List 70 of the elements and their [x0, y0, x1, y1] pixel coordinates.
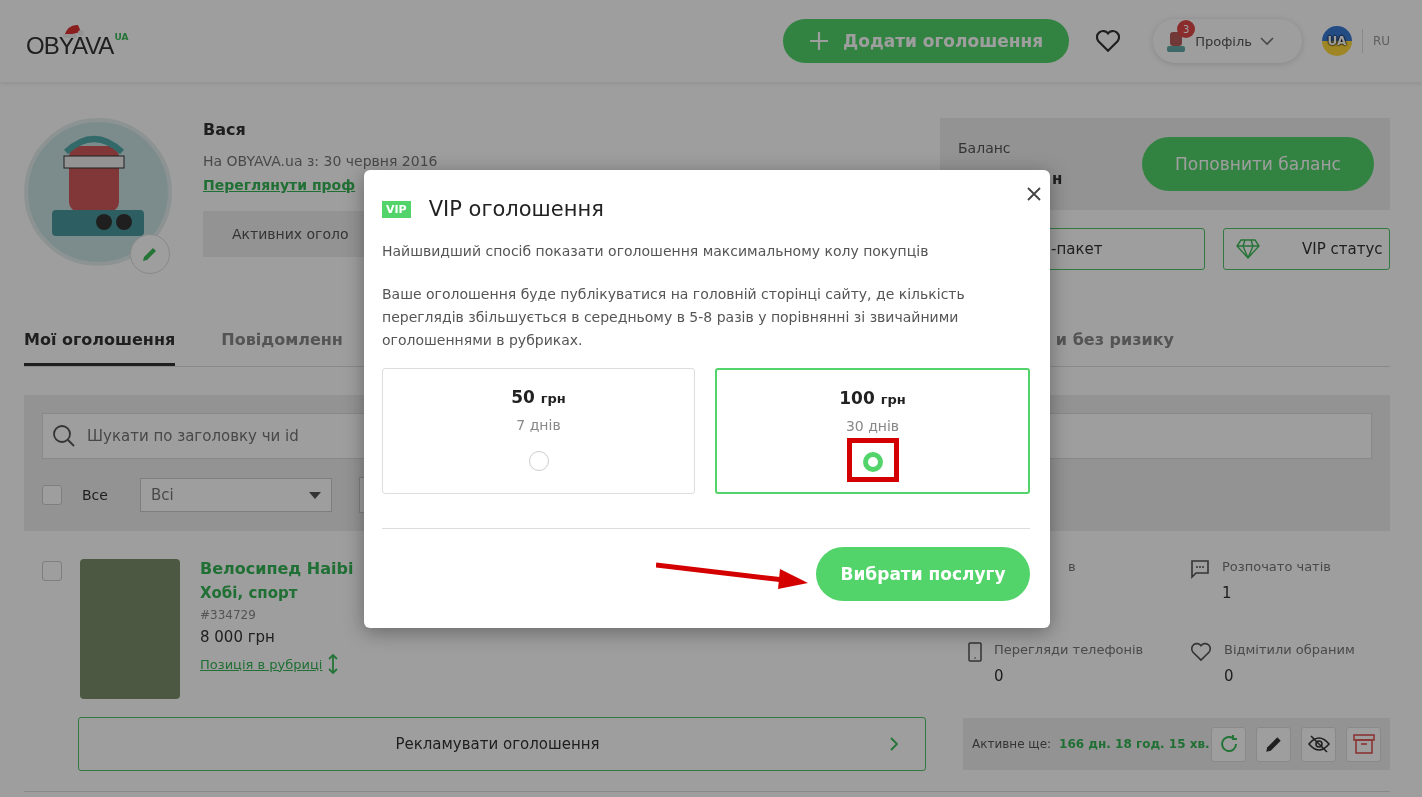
- balance-label: Баланс: [958, 140, 1012, 156]
- up-down-arrow-icon: [328, 654, 339, 674]
- chevron-down-icon: [1259, 36, 1274, 46]
- radio-button[interactable]: [862, 452, 883, 472]
- heart-icon: [1190, 642, 1212, 662]
- promote-button[interactable]: Рекламувати оголошення: [78, 717, 926, 771]
- edit-avatar-button[interactable]: [130, 234, 170, 274]
- tab[interactable]: и без ризику: [1055, 316, 1174, 366]
- plan-duration: 7 днів: [516, 417, 561, 433]
- listing-id: #334729: [200, 608, 257, 622]
- close-icon: [1027, 187, 1041, 201]
- edit-button[interactable]: [1256, 726, 1291, 762]
- plan-option[interactable]: 100 грн 30 днів: [715, 368, 1030, 494]
- active-time: 166 дн. 18 год. 15 хв.: [1059, 737, 1210, 751]
- listing-price: 8 000 грн: [200, 628, 276, 646]
- stat-label: в: [1068, 559, 1076, 574]
- stat-value: 0: [994, 667, 1005, 685]
- service-button[interactable]: VIP статус: [1223, 228, 1390, 270]
- dialog-subtitle: Найшвидший спосіб показати оголошення максимальному колу покупців: [382, 243, 930, 259]
- stat-value: 1: [1222, 584, 1233, 602]
- diamond-icon: [1236, 239, 1260, 259]
- stat-value: 0: [1224, 667, 1235, 685]
- checkbox[interactable]: [42, 485, 62, 505]
- dialog-title: VIP оголошення: [428, 197, 604, 221]
- search-icon: [52, 424, 76, 448]
- notification-badge: 3: [1177, 20, 1196, 38]
- phone-icon: [968, 642, 982, 662]
- position-link[interactable]: Позиція в рубриці: [200, 656, 323, 672]
- chevron-right-icon: [890, 737, 899, 751]
- plan-duration: 30 днів: [845, 418, 900, 434]
- balance-value: н: [1051, 170, 1063, 188]
- pencil-icon: [1263, 734, 1284, 754]
- santa-hat-icon: [62, 22, 84, 38]
- listing-title[interactable]: Велосипед Haibi: [200, 559, 354, 578]
- hide-button[interactable]: [1301, 726, 1336, 762]
- dialog-description: Ваше оголошення буде публікуватися на головній сторінці сайту, де кількість переглядів збільшується в середньому в 5-8 разів у порівнянні зі звичайними оголошеннями в рубриках.: [382, 285, 966, 350]
- active-label: Активне ще:: [972, 737, 1052, 751]
- eye-crossed-icon: [1306, 734, 1331, 754]
- profile-menu-button[interactable]: 3 Профіль: [1153, 19, 1302, 63]
- highlight-box: [846, 438, 899, 482]
- active-ads-counter: Активних оголо: [203, 211, 364, 257]
- logo[interactable]: OBYAVA$^{UA}$: [26, 22, 129, 60]
- checkbox[interactable]: [42, 561, 62, 581]
- listing-category: Хобі, спорт: [200, 584, 299, 602]
- close-button[interactable]: [1027, 187, 1041, 201]
- stat-label: Відмітили обраним: [1224, 642, 1355, 657]
- language-option[interactable]: RU: [1372, 34, 1390, 48]
- tab[interactable]: Мої оголошення: [24, 316, 176, 366]
- member-since-text: На OBYAVA.ua з: 30 червня 2016: [203, 153, 439, 169]
- status-dropdown[interactable]: Всі: [140, 478, 332, 512]
- top-up-button[interactable]: Поповнити баланс: [1142, 137, 1374, 191]
- heart-icon[interactable]: [1095, 29, 1122, 53]
- select-service-button[interactable]: Вибрати послугу: [816, 547, 1030, 601]
- refresh-button[interactable]: [1211, 726, 1246, 762]
- plan-option[interactable]: 50 грн 7 днів: [382, 368, 695, 494]
- plus-icon: [809, 31, 830, 51]
- add-listing-button[interactable]: Додати оголошення: [783, 19, 1070, 63]
- plan-price: 50 грн: [511, 387, 566, 407]
- select-all-label: Все: [82, 487, 109, 503]
- plan-price: 100 грн: [839, 388, 906, 408]
- user-name: Вася: [203, 120, 247, 139]
- tab[interactable]: Повідомленн: [221, 316, 343, 366]
- vip-badge: VIP: [382, 200, 411, 218]
- chat-icon: [1190, 559, 1210, 579]
- archive-icon: [1352, 734, 1375, 754]
- stat-label: Перегляди телефонів: [994, 642, 1144, 657]
- caret-down-icon: [309, 491, 321, 499]
- pencil-icon: [141, 245, 159, 263]
- archive-button[interactable]: [1346, 726, 1381, 762]
- stat-label: Розпочато чатів: [1222, 559, 1331, 574]
